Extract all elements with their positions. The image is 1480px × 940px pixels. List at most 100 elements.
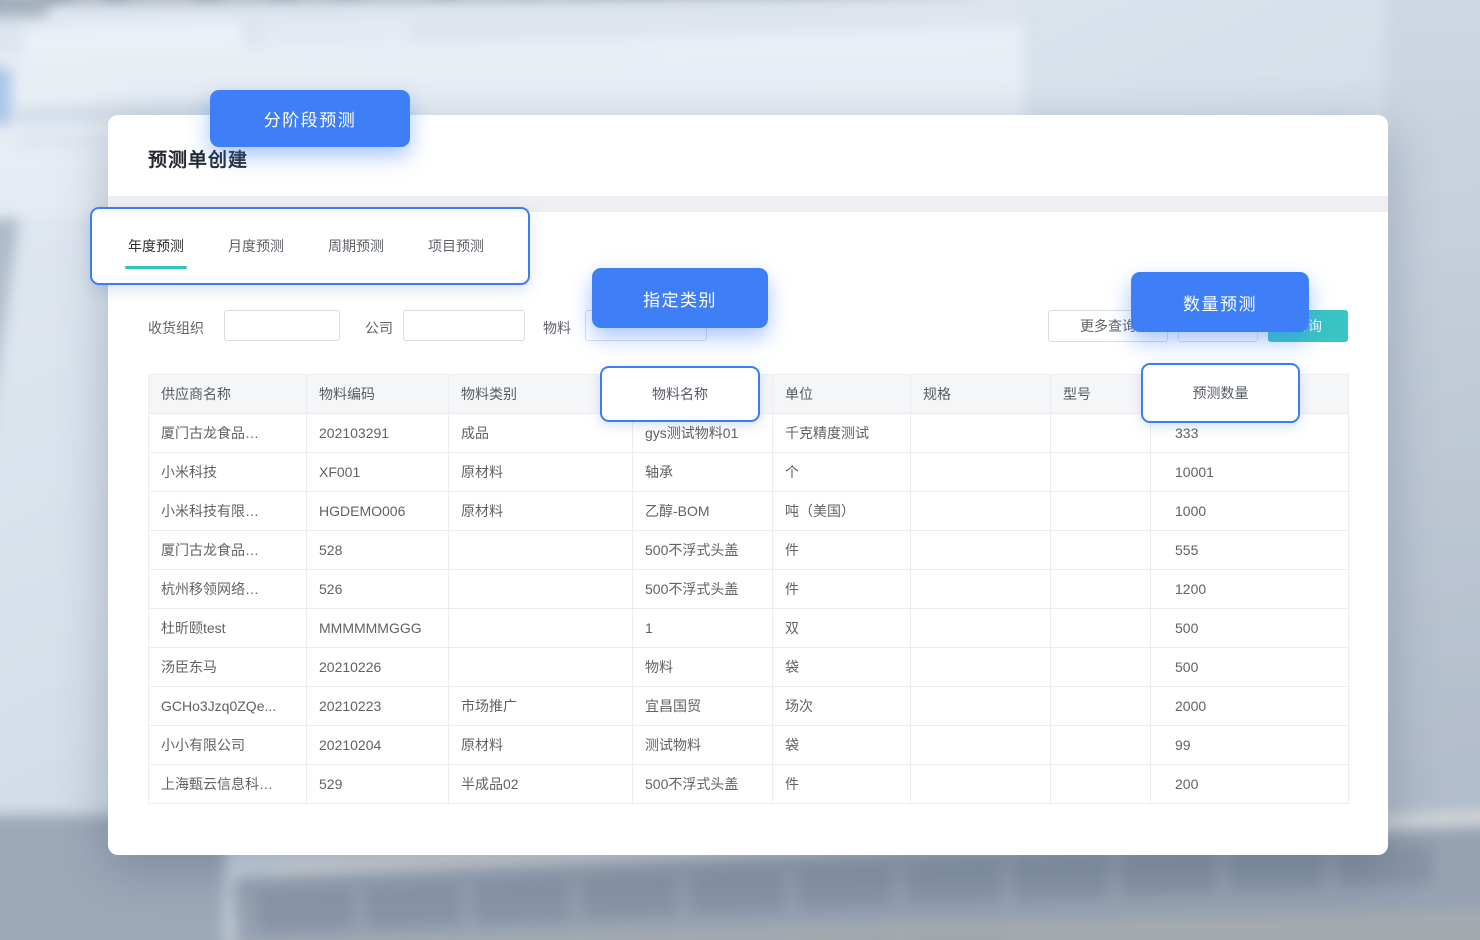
table-cell: 件: [773, 570, 911, 609]
table-cell: 528: [307, 531, 449, 570]
forecast-table: 供应商名称物料编码物料类别物料名称单位规格型号预测数量厦门古龙食品…202103…: [148, 374, 1349, 804]
table-cell: [1051, 531, 1151, 570]
table-cell: [911, 726, 1051, 765]
table-row[interactable]: 汤臣东马20210226物料袋500: [149, 648, 1349, 687]
table-cell: 半成品02: [449, 765, 633, 804]
table-cell: 物料: [633, 648, 773, 687]
table-cell: [1051, 687, 1151, 726]
header-cell: 物料编码: [307, 375, 449, 414]
company-input[interactable]: [403, 310, 525, 341]
phased-forecast-badge: 分阶段预测: [210, 90, 410, 147]
material-label: 物料: [543, 318, 571, 338]
table-cell: 小米科技有限…: [149, 492, 307, 531]
table-cell: [911, 609, 1051, 648]
table-row[interactable]: 杭州移领网络…526500不浮式头盖件1200: [149, 570, 1349, 609]
tab-monthly-forecast[interactable]: 月度预测: [228, 236, 284, 256]
table-cell: 2000: [1151, 687, 1349, 726]
table-row[interactable]: 小米科技XF001原材料轴承个 10001: [149, 453, 1349, 492]
table-cell: 1200: [1151, 570, 1349, 609]
table-cell: 千克精度测试: [773, 414, 911, 453]
table-cell: [1051, 609, 1151, 648]
table-cell: 袋: [773, 648, 911, 687]
table-cell: 个: [773, 453, 911, 492]
table-cell: 厦门古龙食品…: [149, 531, 307, 570]
tab-label: 项目预测: [428, 238, 484, 254]
table-cell: 20210204: [307, 726, 449, 765]
table-cell: 小米科技: [149, 453, 307, 492]
tab-annual-forecast[interactable]: 年度预测: [128, 236, 184, 256]
table-cell: [449, 648, 633, 687]
tab-label: 年度预测: [128, 238, 184, 254]
table-row[interactable]: 小米科技有限…HGDEMO006原材料乙醇-BOM吨（美国）1000: [149, 492, 1349, 531]
table-cell: 双: [773, 609, 911, 648]
table-cell: [1051, 765, 1151, 804]
table-cell: 20210223: [307, 687, 449, 726]
table-row[interactable]: 上海甄云信息科…529半成品02500不浮式头盖件200: [149, 765, 1349, 804]
table-cell: 汤臣东马: [149, 648, 307, 687]
table-cell: 乙醇-BOM: [633, 492, 773, 531]
table-cell: 厦门古龙食品…: [149, 414, 307, 453]
table-cell: 袋: [773, 726, 911, 765]
table-cell: [449, 531, 633, 570]
receiving-org-label: 收货组织: [148, 318, 204, 338]
table-cell: 杜昕颐test: [149, 609, 307, 648]
table-cell: 场次: [773, 687, 911, 726]
table-cell: 吨（美国）: [773, 492, 911, 531]
table-cell: [1051, 492, 1151, 531]
table-cell: 轴承: [633, 453, 773, 492]
table-cell: 555: [1151, 531, 1349, 570]
company-label: 公司: [365, 318, 393, 338]
table-cell: 原材料: [449, 492, 633, 531]
receiving-org-input[interactable]: [224, 310, 340, 341]
table-cell: 宜昌国贸: [633, 687, 773, 726]
quantity-forecast-badge: 数量预测: [1131, 272, 1309, 332]
table-cell: GCHo3Jzq0ZQe...: [149, 687, 307, 726]
page-title: 预测单创建: [148, 145, 248, 172]
table-cell: 500: [1151, 609, 1349, 648]
active-tab-underline: [125, 266, 187, 269]
table-cell: [449, 609, 633, 648]
table-row[interactable]: 厦门古龙食品…528500不浮式头盖件555: [149, 531, 1349, 570]
table-cell: [449, 570, 633, 609]
table-cell: [911, 492, 1051, 531]
table-row[interactable]: 小小有限公司20210204原材料测试物料袋99: [149, 726, 1349, 765]
table-cell: 10001: [1151, 453, 1349, 492]
table-cell: 件: [773, 765, 911, 804]
table-cell: [911, 453, 1051, 492]
table-cell: 20210226: [307, 648, 449, 687]
tab-label: 周期预测: [328, 238, 384, 254]
tab-project-forecast[interactable]: 项目预测: [428, 236, 484, 256]
table-cell: [1051, 453, 1151, 492]
table-cell: 上海甄云信息科…: [149, 765, 307, 804]
table-cell: HGDEMO006: [307, 492, 449, 531]
table-cell: [1051, 570, 1151, 609]
header-cell: 单位: [773, 375, 911, 414]
table-row[interactable]: 杜昕颐testMMMMMMGGG1双500: [149, 609, 1349, 648]
table-cell: 500不浮式头盖: [633, 570, 773, 609]
table-cell: 200: [1151, 765, 1349, 804]
forecast-qty-header-callout: 预测数量: [1141, 363, 1300, 423]
tab-period-forecast[interactable]: 周期预测: [328, 236, 384, 256]
specify-category-badge: 指定类别: [592, 268, 768, 328]
table-cell: [1051, 648, 1151, 687]
header-cell: 供应商名称: [149, 375, 307, 414]
table-row[interactable]: GCHo3Jzq0ZQe...20210223市场推广宜昌国贸场次2000: [149, 687, 1349, 726]
header-cell: 型号: [1051, 375, 1151, 414]
table-cell: [911, 414, 1051, 453]
table-cell: 原材料: [449, 726, 633, 765]
table-cell: 杭州移领网络…: [149, 570, 307, 609]
table-cell: [1051, 414, 1151, 453]
table-cell: 原材料: [449, 453, 633, 492]
tab-label: 月度预测: [228, 238, 284, 254]
table-cell: XF001: [307, 453, 449, 492]
table-cell: [1051, 726, 1151, 765]
forecast-tabs-box: 年度预测 月度预测 周期预测 项目预测: [90, 207, 530, 285]
table-cell: 202103291: [307, 414, 449, 453]
table-cell: 500不浮式头盖: [633, 765, 773, 804]
table-cell: [911, 570, 1051, 609]
table-cell: [911, 648, 1051, 687]
material-name-header-callout: 物料名称: [600, 366, 760, 422]
table-cell: 1: [633, 609, 773, 648]
table-cell: 99: [1151, 726, 1349, 765]
table-cell: 件: [773, 531, 911, 570]
